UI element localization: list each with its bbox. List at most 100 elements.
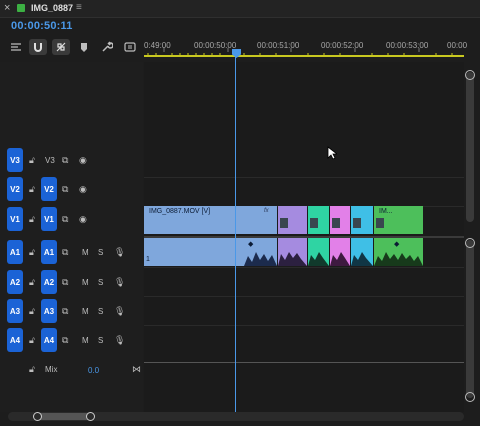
track-target-a1-button[interactable]: A1 (41, 240, 57, 264)
sync-lock-icon[interactable]: ⧉ (62, 335, 68, 345)
track-target-a4-button[interactable]: A4 (41, 328, 57, 352)
track-divider (144, 177, 464, 178)
sync-lock-icon[interactable]: ⧉ (62, 184, 68, 194)
sequence-color-swatch (17, 4, 25, 12)
track-target-v1-button[interactable]: V1 (41, 207, 57, 231)
sync-lock-icon[interactable]: ⧉ (62, 306, 68, 316)
lock-icon[interactable]: 🔓︎ (29, 214, 35, 224)
clip-name: IM... (379, 208, 393, 215)
lock-icon[interactable]: 🔓︎ (29, 335, 35, 345)
audio-channel-label: 1 (146, 256, 150, 263)
track-target-v2-button[interactable]: V2 (41, 177, 57, 201)
eye-icon[interactable]: ◉ (79, 155, 87, 165)
video-clip-pink[interactable] (330, 206, 350, 234)
timeline-tracks[interactable]: IMG_0887.MOV [V] fx IM... 1 ◆ ◆ (144, 50, 464, 412)
close-tab-icon[interactable]: × (4, 2, 10, 14)
mute-button[interactable]: M (82, 307, 89, 316)
panel-menu-icon[interactable]: ≡ (76, 2, 82, 13)
insert-sequence-as-nest-icon[interactable] (7, 39, 25, 55)
sync-lock-icon[interactable]: ⧉ (62, 155, 68, 165)
clip-thumbnail (332, 218, 340, 228)
audio-clip-teal[interactable] (308, 238, 329, 266)
playhead-line[interactable] (235, 50, 236, 412)
scroll-handle[interactable] (465, 392, 475, 402)
audio-clip-pink[interactable] (330, 238, 350, 266)
source-patch-v1-button[interactable]: V1 (7, 207, 23, 231)
source-patch-v2-button[interactable]: V2 (7, 177, 23, 201)
microphone-icon[interactable]: 🎙︎ (114, 247, 125, 257)
mix-label: Mix (45, 365, 58, 374)
eye-icon[interactable]: ◉ (79, 184, 87, 194)
scroll-handle[interactable] (465, 238, 475, 248)
audio-clip-main[interactable]: 1 ◆ (144, 238, 277, 266)
zoom-handle-right[interactable] (86, 412, 95, 421)
lock-icon[interactable]: 🔓︎ (29, 184, 35, 194)
lock-icon[interactable]: 🔓︎ (29, 364, 35, 374)
mute-button[interactable]: M (82, 248, 89, 257)
fx-badge: fx (264, 208, 269, 214)
ruler-ticks (144, 48, 464, 57)
source-patch-a3-button[interactable]: A3 (7, 299, 23, 323)
eye-icon[interactable]: ◉ (79, 214, 87, 224)
snap-icon[interactable] (29, 39, 47, 55)
video-clip-purple[interactable] (278, 206, 307, 234)
audio-scroll-thumb[interactable] (466, 240, 474, 398)
sync-lock-icon[interactable]: ⧉ (62, 214, 68, 224)
sync-lock-icon[interactable]: ⧉ (62, 277, 68, 287)
audio-waveform (330, 252, 350, 266)
playhead-timecode[interactable]: 00:00:50:11 (11, 20, 73, 32)
source-patch-a2-button[interactable]: A2 (7, 270, 23, 294)
audio-clip-cyan[interactable] (351, 238, 373, 266)
lock-icon[interactable]: 🔓︎ (29, 247, 35, 257)
sequence-tab-title[interactable]: IMG_0887 (31, 3, 73, 13)
solo-button[interactable]: S (98, 307, 103, 316)
lock-icon[interactable]: 🔓︎ (29, 277, 35, 287)
audio-waveform (374, 252, 423, 266)
mute-button[interactable]: M (82, 336, 89, 345)
track-target-a3-button[interactable]: A3 (41, 299, 57, 323)
source-patch-v3-button[interactable]: V3 (7, 148, 23, 172)
time-ruler[interactable]: 0:49:00 00:00:50:00 00:00:51:00 00:00:52… (144, 36, 467, 62)
source-patch-a4-button[interactable]: A4 (7, 328, 23, 352)
horizontal-zoom-scrollbar[interactable] (8, 412, 464, 421)
microphone-icon[interactable]: 🎙︎ (114, 277, 125, 287)
sync-lock-icon[interactable]: ⧉ (62, 247, 68, 257)
video-clip-teal[interactable] (308, 206, 329, 234)
linked-selection-icon[interactable] (52, 39, 70, 55)
video-clip-main[interactable]: IMG_0887.MOV [V] fx (144, 206, 277, 234)
solo-button[interactable]: S (98, 336, 103, 345)
microphone-icon[interactable]: 🎙︎ (114, 335, 125, 345)
clip-thumbnail (353, 218, 361, 228)
lock-icon[interactable]: 🔓︎ (29, 306, 35, 316)
track-divider (144, 267, 464, 268)
audio-clip-purple[interactable] (278, 238, 307, 266)
video-clip-green[interactable]: IM... (374, 206, 423, 234)
zoom-handle-left[interactable] (33, 412, 42, 421)
zoom-range-thumb[interactable] (36, 413, 90, 420)
microphone-icon[interactable]: 🎙︎ (114, 306, 125, 316)
solo-button[interactable]: S (98, 248, 103, 257)
track-target-a2-button[interactable]: A2 (41, 270, 57, 294)
mix-volume-value[interactable]: 0.0 (88, 366, 99, 375)
solo-button[interactable]: S (98, 278, 103, 287)
video-scroll-thumb[interactable] (466, 72, 474, 222)
audio-clip-green[interactable]: ◆ (374, 238, 423, 266)
captions-icon[interactable] (121, 39, 139, 55)
scroll-handle[interactable] (465, 70, 475, 80)
track-divider (144, 296, 464, 297)
source-patch-a1-button[interactable]: A1 (7, 240, 23, 264)
sequence-tab-bar: × IMG_0887 ≡ (0, 0, 480, 18)
clip-thumbnail (376, 218, 384, 228)
add-marker-icon[interactable] (75, 39, 93, 55)
mix-width-icon[interactable]: ⋈ (132, 364, 141, 374)
clip-name: IMG_0887.MOV [V] (149, 208, 211, 215)
audio-waveform (244, 252, 277, 266)
clip-thumbnail (280, 218, 288, 228)
timeline-settings-wrench-icon[interactable] (98, 39, 116, 55)
video-clip-cyan[interactable] (351, 206, 373, 234)
audio-waveform (278, 252, 307, 266)
vertical-scrollbar[interactable] (465, 62, 475, 404)
track-divider (144, 325, 464, 326)
mute-button[interactable]: M (82, 278, 89, 287)
lock-icon[interactable]: 🔓︎ (29, 155, 35, 165)
